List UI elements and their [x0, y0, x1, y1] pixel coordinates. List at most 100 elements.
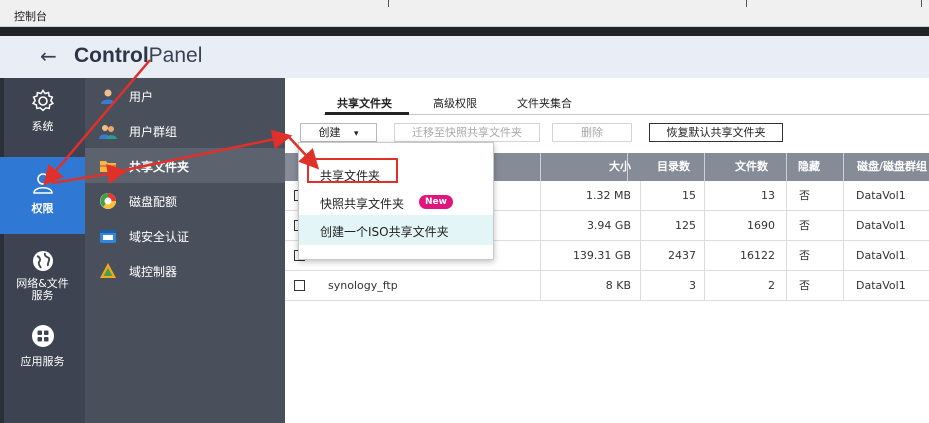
- create-button[interactable]: 创建 ▾: [300, 123, 377, 142]
- user-icon: [32, 173, 53, 194]
- column-divider: [627, 153, 628, 181]
- sidebar-item-domain-controller[interactable]: 域控制器: [85, 253, 285, 288]
- sidebar-item-user-groups[interactable]: 用户群组: [85, 113, 285, 148]
- column-divider: [843, 153, 844, 181]
- page-title-bold: Control: [74, 44, 149, 67]
- apps-grid-icon: [31, 325, 54, 347]
- cell-volume: DataVol1: [856, 219, 906, 232]
- shared-folder-icon: [100, 161, 116, 172]
- cell-divider: [786, 181, 787, 211]
- cell-volume: DataVol1: [856, 249, 906, 262]
- titlebar-divider: [746, 0, 747, 7]
- disk-quota-icon: [100, 193, 116, 209]
- tab-advanced-permissions[interactable]: 高级权限: [433, 95, 477, 111]
- cell-volume: DataVol1: [856, 279, 906, 292]
- create-button-label: 创建: [318, 126, 341, 139]
- cell-hidden: 否: [799, 279, 810, 292]
- cell-divider: [786, 211, 787, 241]
- cell-size: 3.94 GB: [586, 219, 631, 232]
- app-root: 控制台 ← ControlPanel 系统 权限 网络&文件 服务 应用服务 用…: [0, 0, 929, 423]
- sidebar-item-label: 域安全认证: [129, 230, 190, 244]
- sidebar-item-label: 用户: [129, 90, 154, 104]
- cell-hidden: 否: [799, 249, 810, 262]
- cell-files: 16122: [740, 249, 775, 262]
- globe-icon: [32, 251, 53, 271]
- nav-item-permissions[interactable]: 权限: [0, 157, 85, 234]
- nav-item-label: 权限: [31, 202, 54, 215]
- sidebar-item-domain-security[interactable]: 域安全认证: [85, 218, 285, 253]
- user-group-icon: [99, 125, 117, 139]
- page-title: ControlPanel: [74, 44, 202, 68]
- nav-item-label: 应用服务: [20, 355, 65, 368]
- row-checkbox[interactable]: [294, 280, 305, 291]
- migrate-to-snapshot-button[interactable]: 迁移至快照共享文件夹: [394, 123, 540, 142]
- cell-divider: [843, 181, 844, 211]
- column-header-size[interactable]: 大小: [575, 153, 631, 181]
- menu-item-label: 快照共享文件夹: [320, 197, 405, 211]
- sidebar-item-users[interactable]: 用户: [85, 78, 285, 113]
- cell-hidden: 否: [799, 219, 810, 232]
- sidebar-item-label: 用户群组: [129, 125, 178, 139]
- titlebar-divider: [388, 0, 389, 7]
- cell-name: synology_ftp: [328, 279, 398, 292]
- nav-item-app-services[interactable]: 应用服务: [0, 323, 85, 383]
- gear-icon: [31, 89, 54, 112]
- column-header-files[interactable]: 文件数: [735, 153, 775, 181]
- window-title: 控制台: [14, 10, 47, 23]
- sidebar-item-label: 磁盘配额: [129, 195, 178, 209]
- domain-controller-icon: [100, 263, 116, 278]
- cell-volume: DataVol1: [856, 189, 906, 202]
- cell-size: 139.31 GB: [572, 249, 631, 262]
- cell-dirs: 15: [682, 189, 696, 202]
- domain-security-icon: [100, 230, 116, 243]
- cell-dirs: 3: [689, 279, 696, 292]
- cell-divider: [843, 271, 844, 301]
- cell-divider: [786, 241, 787, 271]
- user-icon: [101, 89, 115, 104]
- column-divider: [704, 153, 705, 181]
- table-row[interactable]: synology_ftp 8 KB 3 2 否 DataVol1: [285, 271, 929, 301]
- sidebar-item-disk-quota[interactable]: 磁盘配额: [85, 183, 285, 218]
- restore-default-shares-button[interactable]: 恢复默认共享文件夹: [649, 123, 783, 142]
- delete-button[interactable]: 删除: [552, 123, 632, 142]
- cell-divider: [786, 271, 787, 301]
- menu-item-snapshot-shared-folder[interactable]: 快照共享文件夹 New: [299, 187, 493, 217]
- sidebar-item-label: 域控制器: [129, 265, 178, 279]
- tab-folder-aggregation[interactable]: 文件夹集合: [517, 95, 572, 111]
- cell-files: 1690: [747, 219, 775, 232]
- cell-hidden: 否: [799, 189, 810, 202]
- cell-size: 1.32 MB: [585, 189, 631, 202]
- tab-shared-folders[interactable]: 共享文件夹: [337, 95, 392, 111]
- nav-item-label-line2: 服务: [31, 289, 54, 302]
- cell-files: 13: [761, 189, 775, 202]
- arrow-left-icon[interactable]: ←: [40, 45, 57, 67]
- annotation-highlight-box: [307, 158, 398, 183]
- column-header-volume[interactable]: 磁盘/磁盘群组: [857, 153, 929, 181]
- column-header-dirs[interactable]: 目录数: [657, 153, 697, 181]
- chevron-down-icon: ▾: [353, 129, 359, 139]
- nav-item-label: 系统: [31, 120, 54, 133]
- column-divider: [786, 153, 787, 181]
- titlebar-divider: [921, 0, 922, 7]
- cell-dirs: 2437: [668, 249, 696, 262]
- cell-size: 8 KB: [605, 279, 631, 292]
- nav-item-system[interactable]: 系统: [0, 88, 85, 148]
- new-badge: New: [419, 195, 453, 209]
- secondary-nav: 用户 用户群组 共享文件夹 磁盘配额 域安全认证 域控制器: [85, 78, 285, 423]
- cell-divider: [843, 211, 844, 241]
- menu-item-label: 创建一个ISO共享文件夹: [320, 225, 449, 239]
- primary-nav: 系统 权限 网络&文件 服务 应用服务: [0, 78, 85, 423]
- sidebar-item-shared-folders[interactable]: 共享文件夹: [85, 148, 285, 183]
- app-header: ← ControlPanel: [0, 36, 929, 78]
- tab-underline: [323, 114, 929, 115]
- menu-item-create-iso-shared-folder[interactable]: 创建一个ISO共享文件夹: [299, 215, 493, 245]
- tab-active-indicator: [325, 112, 409, 115]
- window-dark-strip: [0, 27, 929, 36]
- nav-item-network-file-services[interactable]: 网络&文件 服务: [0, 248, 85, 308]
- sidebar-item-label: 共享文件夹: [129, 160, 190, 174]
- cell-divider: [843, 241, 844, 271]
- page-title-light: Panel: [148, 44, 203, 67]
- cell-dirs: 125: [675, 219, 696, 232]
- column-header-hidden[interactable]: 隐藏: [798, 153, 828, 181]
- column-divider: [540, 153, 541, 181]
